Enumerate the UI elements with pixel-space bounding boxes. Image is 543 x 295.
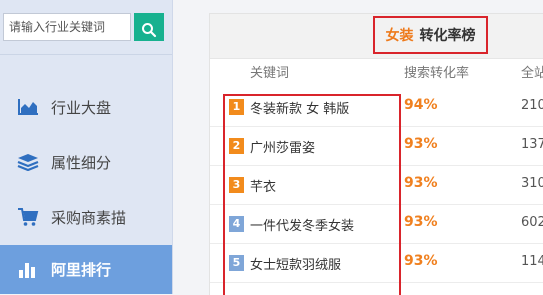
search-bar: [3, 13, 164, 43]
rank-badge: 5: [229, 255, 244, 271]
table-row: 1 冬装新款 女 韩版 94% 210: [210, 88, 543, 127]
rank-badge: 4: [229, 216, 244, 232]
ranking-name: 转化率榜: [419, 28, 476, 44]
divider: [0, 54, 172, 55]
keyword-link[interactable]: 芊衣: [250, 176, 276, 195]
layers-icon: [17, 151, 39, 173]
search-input[interactable]: [3, 13, 131, 41]
column-header-site: 全站: [521, 66, 543, 81]
sidebar-item-ali-ranking[interactable]: 阿里排行: [0, 245, 172, 294]
table-row: 3 芊衣 93% 310: [210, 166, 543, 205]
table-row: 4 一件代发冬季女装 93% 602: [210, 205, 543, 244]
keyword-link[interactable]: 一件代发冬季女装: [250, 215, 354, 234]
conversion-rate: 93%: [404, 136, 438, 152]
site-value: 310: [521, 176, 543, 191]
site-value: 114: [521, 254, 543, 269]
table-row: 2 广州莎雷姿 93% 137: [210, 127, 543, 166]
keyword-link[interactable]: 冬装新款 女 韩版: [250, 98, 349, 117]
search-button[interactable]: [134, 13, 164, 41]
sidebar-item-attribute-breakdown[interactable]: 属性细分: [0, 135, 172, 189]
sidebar-item-label: 行业大盘: [51, 98, 112, 117]
keyword-link[interactable]: 广州莎雷姿: [250, 137, 315, 156]
site-value: 210: [521, 98, 543, 113]
area-chart-icon: [17, 96, 39, 118]
conversion-rate: 93%: [404, 253, 438, 269]
site-value: 137: [521, 137, 543, 152]
column-header-conversion-rate: 搜索转化率: [404, 66, 470, 81]
ranking-title: 女装 转化率榜: [373, 16, 488, 54]
sidebar-item-label: 属性细分: [51, 153, 112, 172]
shopping-cart-icon: [17, 206, 39, 228]
site-value: 602: [521, 215, 543, 230]
sidebar-item-industry-overview[interactable]: 行业大盘: [0, 80, 172, 134]
sidebar-item-label: 采购商素描: [51, 208, 127, 227]
bar-chart-icon: [17, 259, 39, 281]
search-icon: [142, 23, 157, 38]
column-header-keyword: 关键词: [250, 66, 290, 81]
sidebar-item-buyer-profile[interactable]: 采购商素描: [0, 190, 172, 244]
rank-badge: 1: [229, 99, 244, 115]
panel-header: 女装 转化率榜: [210, 14, 543, 59]
sidebar-item-label: 阿里排行: [51, 261, 112, 279]
ranking-panel: 女装 转化率榜 关键词 搜索转化率 全站 1 冬装新款 女 韩版 94% 210…: [209, 13, 543, 295]
rank-badge: 2: [229, 138, 244, 154]
conversion-rate: 93%: [404, 214, 438, 230]
conversion-rate: 93%: [404, 175, 438, 191]
category-label: 女装: [385, 28, 414, 44]
keyword-link[interactable]: 女士短款羽绒服: [250, 254, 341, 273]
rank-badge: 3: [229, 177, 244, 193]
table-row: 5 女士短款羽绒服 93% 114: [210, 244, 543, 283]
sidebar: 行业大盘 属性细分 采购商素描: [0, 0, 173, 294]
conversion-rate: 94%: [404, 97, 438, 113]
